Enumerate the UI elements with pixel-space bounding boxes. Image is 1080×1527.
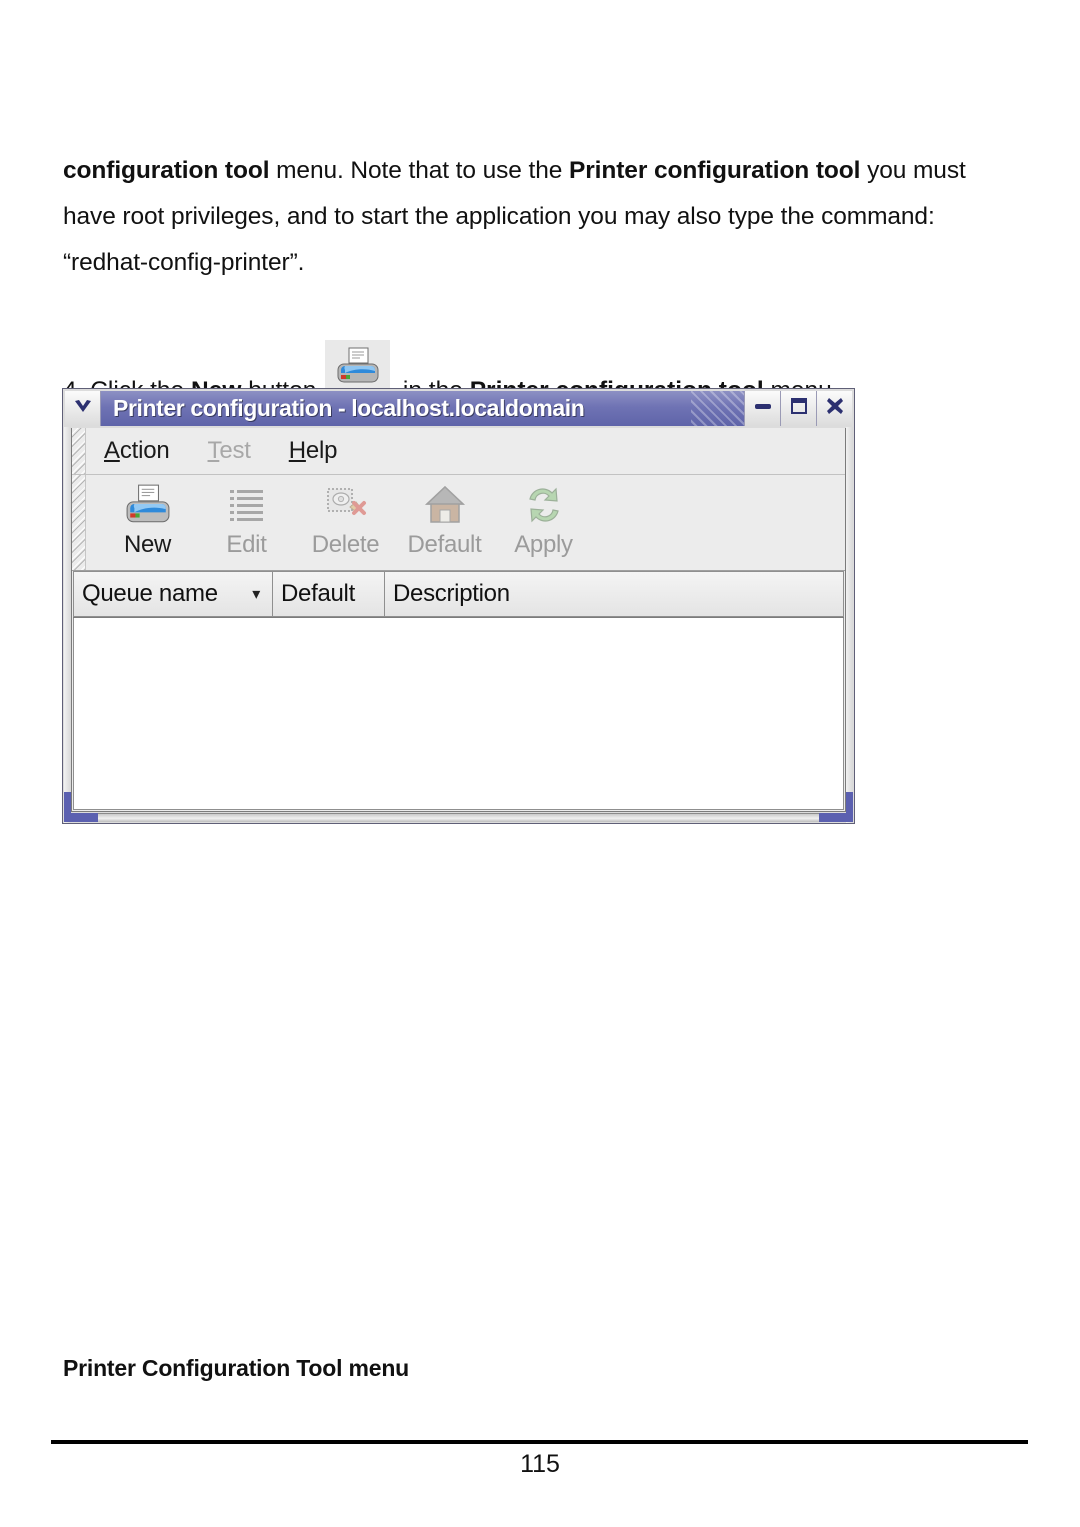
toolbar-items: New Edit Delete Default Apply (86, 475, 593, 570)
menu-item-help-rest: elp (305, 437, 338, 464)
maximize-icon (790, 397, 808, 420)
column-header-description-label: Description (393, 580, 510, 607)
menu-item-help[interactable]: Help (289, 437, 338, 465)
sort-descending-icon: ▾ (252, 586, 260, 603)
menu-item-action[interactable]: Action (104, 437, 170, 465)
printer-icon (125, 481, 171, 529)
minimize-button[interactable] (744, 391, 780, 426)
printer-queue-list[interactable] (73, 618, 844, 810)
table-column-headers: Queue name ▾ Default Description (73, 571, 844, 618)
minimize-icon (753, 399, 773, 418)
close-button[interactable] (816, 391, 852, 426)
toolbar: New Edit Delete Default Apply (72, 475, 845, 571)
document-page: configuration tool menu. Note that to us… (0, 0, 1080, 1527)
printer-delete-icon (324, 481, 368, 529)
toolbar-button-delete[interactable]: Delete (296, 481, 395, 559)
maximize-button[interactable] (780, 391, 816, 426)
column-header-queue-name-label: Queue name (82, 580, 218, 607)
toolbar-button-apply[interactable]: Apply (494, 481, 593, 559)
figure-caption: Printer Configuration Tool menu (63, 1355, 410, 1381)
page-number: 115 (520, 1450, 560, 1478)
window-client-area: Action Test Help New Edit Delete Default… (71, 428, 846, 812)
window-frame-bottom-edge (64, 813, 853, 822)
toolbar-label-delete: Delete (311, 531, 380, 558)
menu-bar: Action Test Help (72, 428, 845, 475)
toolbar-label-new: New (123, 531, 172, 558)
toolbar-button-default[interactable]: Default (395, 481, 494, 559)
toolbar-button-new[interactable]: New (98, 481, 197, 559)
toolbar-label-apply: Apply (514, 531, 573, 558)
menubar-drag-handle[interactable] (72, 428, 86, 474)
refresh-arrows-icon (522, 481, 566, 529)
column-header-queue-name[interactable]: Queue name ▾ (73, 571, 273, 617)
menu-item-test-rest: est (219, 437, 251, 464)
resize-grip-left[interactable] (64, 792, 71, 822)
house-icon (423, 481, 467, 529)
chevron-down-icon (73, 398, 93, 419)
close-icon (825, 396, 845, 421)
window-menu-button[interactable] (65, 391, 101, 426)
column-header-description[interactable]: Description (385, 571, 844, 617)
window-frame: Printer configuration - localhost.locald… (62, 388, 855, 824)
window-title: Printer configuration - localhost.locald… (113, 395, 585, 421)
column-header-default-label: Default (281, 580, 355, 607)
window-title-area: Printer configuration - localhost.locald… (101, 391, 744, 426)
window-controls (744, 391, 852, 426)
toolbar-button-edit[interactable]: Edit (197, 481, 296, 559)
menu-item-test[interactable]: Test (208, 437, 251, 465)
footer-divider (51, 1440, 1028, 1444)
window-frame-right-edge (846, 427, 853, 823)
window-titlebar[interactable]: Printer configuration - localhost.locald… (65, 391, 852, 426)
toolbar-drag-handle[interactable] (72, 475, 86, 570)
menu-item-action-rest: ction (119, 437, 170, 464)
column-header-default[interactable]: Default (273, 571, 385, 617)
list-lines-icon (227, 481, 267, 529)
toolbar-label-edit: Edit (226, 531, 267, 558)
toolbar-label-default: Default (407, 531, 482, 558)
window-frame-left-edge (64, 427, 71, 823)
menu-items: Action Test Help (86, 428, 338, 474)
body-paragraph: configuration tool menu. Note that to us… (63, 157, 966, 276)
resize-grip-right[interactable] (846, 792, 853, 822)
printer-configuration-window-screenshot: Printer configuration - localhost.locald… (62, 388, 855, 824)
